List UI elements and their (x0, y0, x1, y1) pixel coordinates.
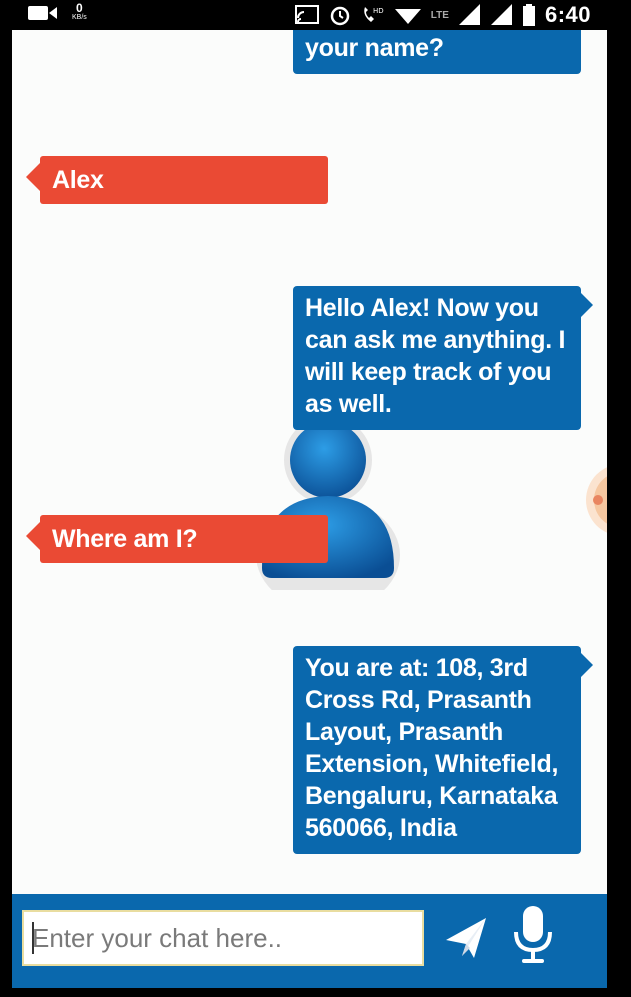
chat-input[interactable] (22, 910, 424, 966)
bot-message-text: You are at: 108, 3rd Cross Rd, Prasanth … (305, 654, 559, 842)
network-type-label: LTE (430, 9, 449, 21)
bot-message: Hello Alex! Now you can ask me anything.… (293, 286, 593, 430)
bot-message-text: Hello Alex! Now you can ask me anything.… (305, 294, 566, 418)
user-message: Where am I? (26, 515, 328, 563)
chat-screen[interactable]: your name? Alex Hello Alex! Now you can … (12, 30, 607, 988)
status-left: 0 KB/s (28, 1, 87, 22)
status-right: HD LTE 6:40 (294, 2, 591, 28)
clock-time: 6:40 (544, 2, 591, 27)
send-icon[interactable] (444, 912, 488, 962)
bot-message: your name? (293, 30, 581, 74)
side-avatar-icon (586, 467, 607, 533)
alarm-clock-icon (330, 6, 350, 26)
video-camera-icon (28, 6, 57, 20)
cast-icon (294, 5, 319, 24)
bot-message-text: your name? (305, 34, 444, 62)
bot-bubble-tail (580, 292, 593, 318)
signal-strength-icon (458, 4, 480, 25)
user-message-text: Where am I? (52, 525, 198, 553)
status-bar: 0 KB/s HD LTE 6:40 (0, 0, 631, 30)
signal-strength-icon-2 (490, 4, 512, 25)
text-cursor (32, 922, 34, 954)
user-bubble-tail (26, 521, 41, 551)
chat-input-bar (12, 894, 607, 988)
data-rate-indicator: 0 KB/s (72, 1, 87, 22)
hd-call-icon: HD (364, 7, 384, 22)
data-rate-unit: KB/s (72, 14, 87, 21)
data-rate-value: 0 (76, 1, 83, 15)
user-message-text: Alex (52, 166, 104, 194)
battery-icon (522, 4, 535, 26)
bot-bubble-tail (580, 652, 593, 678)
user-bubble-tail (26, 162, 41, 192)
microphone-icon[interactable] (512, 904, 554, 966)
wifi-icon (394, 9, 421, 24)
user-message: Alex (26, 156, 328, 204)
svg-text:HD: HD (373, 7, 384, 15)
bot-message: You are at: 108, 3rd Cross Rd, Prasanth … (293, 646, 593, 854)
